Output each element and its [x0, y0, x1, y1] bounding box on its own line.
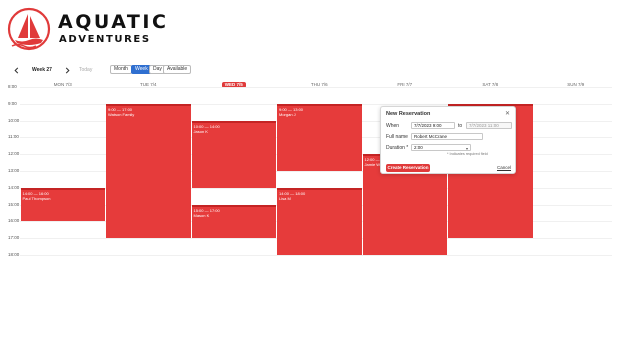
when-label: When: [386, 123, 400, 129]
hour-gridline: [20, 87, 612, 88]
chevron-right-icon: [65, 67, 70, 73]
new-reservation-dialog: New Reservation ✕ When 7/7/2023 9:00 to …: [380, 106, 516, 174]
brand-name-line2: ADVENTURES: [59, 34, 151, 45]
event-name: Lisa M: [279, 195, 291, 201]
to-label: to: [458, 123, 463, 129]
view-month-button[interactable]: Month: [110, 65, 132, 74]
prev-week-button[interactable]: [10, 64, 22, 76]
reservation-event[interactable]: 10:00 — 14:00 Jason K: [191, 120, 276, 188]
sailboat-logo-icon: [7, 7, 51, 51]
brand-logo: AQUATIC ADVENTURES: [6, 6, 168, 52]
view-available-button[interactable]: Available: [163, 65, 192, 74]
time-label: 11:00: [8, 134, 19, 140]
chevron-down-icon: ▾: [465, 146, 468, 151]
event-name: Jason K: [193, 128, 208, 134]
close-icon[interactable]: ✕: [505, 110, 510, 117]
event-name: Mason K: [193, 212, 210, 218]
time-label: 9:00: [8, 100, 17, 106]
reservation-event[interactable]: 9:00 — 13:00 Morgan J: [277, 103, 362, 171]
chevron-left-icon: [13, 67, 18, 73]
time-label: 17:00: [8, 235, 20, 241]
duration-label: Duration *: [386, 145, 409, 151]
cancel-link[interactable]: Cancel: [497, 165, 511, 170]
calendar-toolbar: Week 27 Today Month Week Day Available: [10, 64, 610, 76]
duration-select[interactable]: 2:00 ▾: [411, 144, 471, 151]
event-name: Watson Family: [108, 111, 135, 117]
create-reservation-button[interactable]: Create Reservation: [386, 164, 430, 172]
reservation-event[interactable]: 14:00 — 16:00 Paul Thompson: [20, 187, 105, 222]
required-note: * Indicates required field: [447, 152, 488, 156]
time-label: 12:00: [8, 151, 20, 157]
event-name: Paul Thompson: [22, 195, 51, 201]
time-label: 8:00: [8, 84, 17, 89]
time-label: 10:00: [8, 117, 20, 123]
next-week-button[interactable]: [61, 64, 73, 76]
hour-gridline: [20, 255, 612, 256]
today-button[interactable]: Today: [79, 67, 92, 73]
reservation-event[interactable]: 14:00 — 18:00 Lisa M: [277, 187, 362, 255]
reservation-event[interactable]: 9:00 — 17:00 Watson Family: [106, 103, 191, 239]
time-label: 13:00: [8, 168, 20, 173]
fullname-input[interactable]: Robert McCrane: [411, 133, 483, 140]
brand-name: AQUATIC ADVENTURES: [58, 13, 168, 45]
end-datetime-input[interactable]: 7/7/2023 11:00: [466, 122, 512, 129]
duration-value: 2:00: [414, 145, 423, 150]
time-label: 18:00: [8, 252, 20, 257]
dialog-title: New Reservation: [386, 111, 431, 117]
fullname-label: Full name: [386, 134, 408, 140]
start-datetime-input[interactable]: 7/7/2023 9:00: [411, 122, 455, 129]
event-name: Morgan J: [279, 111, 296, 117]
week-label: Week 27: [32, 67, 52, 73]
brand-name-line1: AQUATIC: [58, 11, 169, 33]
reservation-event[interactable]: 15:00 — 17:00 Mason K: [191, 204, 276, 239]
